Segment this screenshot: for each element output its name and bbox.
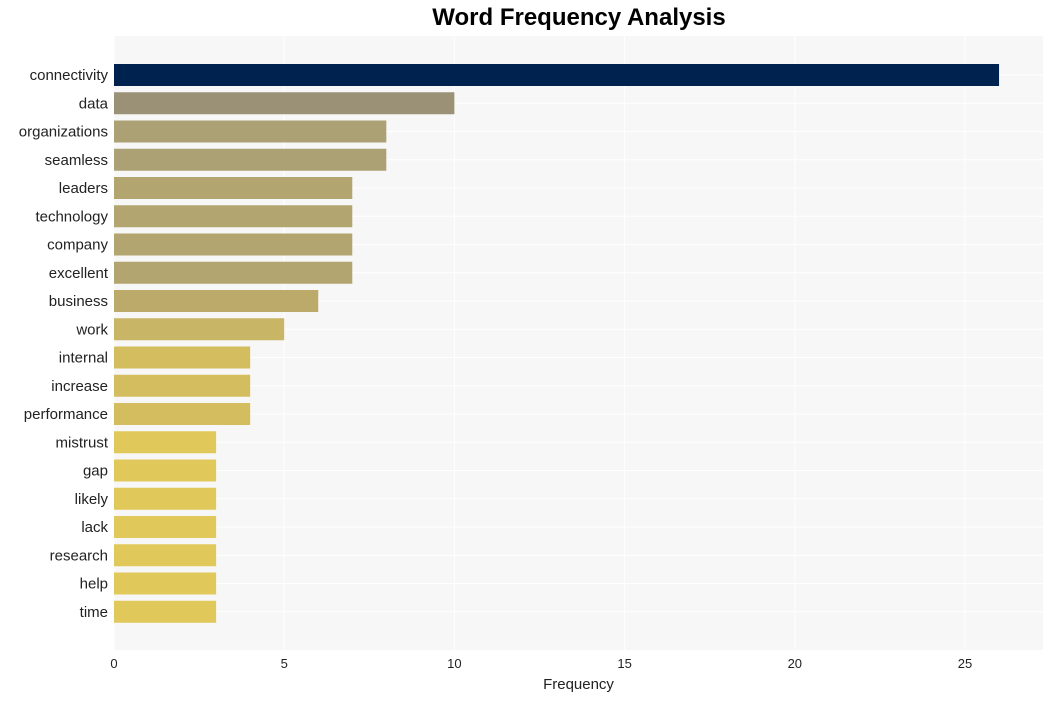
- bar-technology: [114, 205, 353, 228]
- y-tick-label: business: [49, 293, 108, 310]
- x-tick-label: 5: [281, 656, 288, 671]
- y-tick-label: increase: [51, 378, 108, 395]
- y-tick-label: data: [79, 95, 109, 112]
- y-tick-label: technology: [35, 208, 108, 225]
- y-tick-label: internal: [59, 350, 108, 367]
- y-tick-label: excellent: [49, 265, 109, 282]
- x-tick-labels: 0 5 10 15 20 25: [110, 656, 972, 671]
- bar-time: [114, 600, 217, 623]
- y-tick-label: gap: [83, 463, 108, 480]
- bar-research: [114, 544, 217, 567]
- x-tick-label: 10: [447, 656, 461, 671]
- bar-mistrust: [114, 431, 217, 454]
- bar-connectivity: [114, 64, 1000, 86]
- chart-area: connectivity data organizations seamless lea…: [19, 36, 1043, 693]
- bar-business: [114, 290, 319, 312]
- bar-company: [114, 233, 353, 256]
- y-tick-label: mistrust: [56, 434, 109, 451]
- bar-excellent: [114, 261, 353, 284]
- bar-likely: [114, 487, 217, 510]
- x-tick-label: 25: [958, 656, 972, 671]
- y-tick-label: connectivity: [30, 67, 109, 84]
- bar-internal: [114, 346, 251, 369]
- y-tick-labels: connectivity data organizations seamless lea…: [19, 67, 109, 621]
- bar-seamless: [114, 148, 387, 171]
- bar-increase: [114, 374, 251, 397]
- x-tick-label: 0: [110, 656, 117, 671]
- bar-lack: [114, 516, 217, 538]
- y-tick-label: lack: [81, 519, 108, 536]
- x-tick-label: 15: [617, 656, 631, 671]
- y-tick-label: time: [80, 604, 108, 621]
- y-tick-label: research: [50, 547, 108, 564]
- y-tick-label: work: [75, 321, 108, 338]
- y-tick-label: company: [47, 237, 108, 254]
- bar-help: [114, 572, 217, 595]
- x-tick-label: 20: [788, 656, 802, 671]
- y-tick-label: performance: [24, 406, 108, 423]
- bar-performance: [114, 403, 251, 425]
- bar-work: [114, 318, 285, 341]
- y-tick-label: help: [80, 576, 108, 593]
- bar-gap: [114, 459, 217, 482]
- y-tick-label: seamless: [45, 152, 108, 169]
- x-axis-label: Frequency: [543, 676, 614, 693]
- bar-data: [114, 92, 455, 115]
- y-tick-label: likely: [75, 491, 109, 508]
- y-tick-label: organizations: [19, 124, 108, 141]
- y-tick-label: leaders: [59, 180, 108, 197]
- bar-leaders: [114, 177, 353, 199]
- bar-organizations: [114, 120, 387, 143]
